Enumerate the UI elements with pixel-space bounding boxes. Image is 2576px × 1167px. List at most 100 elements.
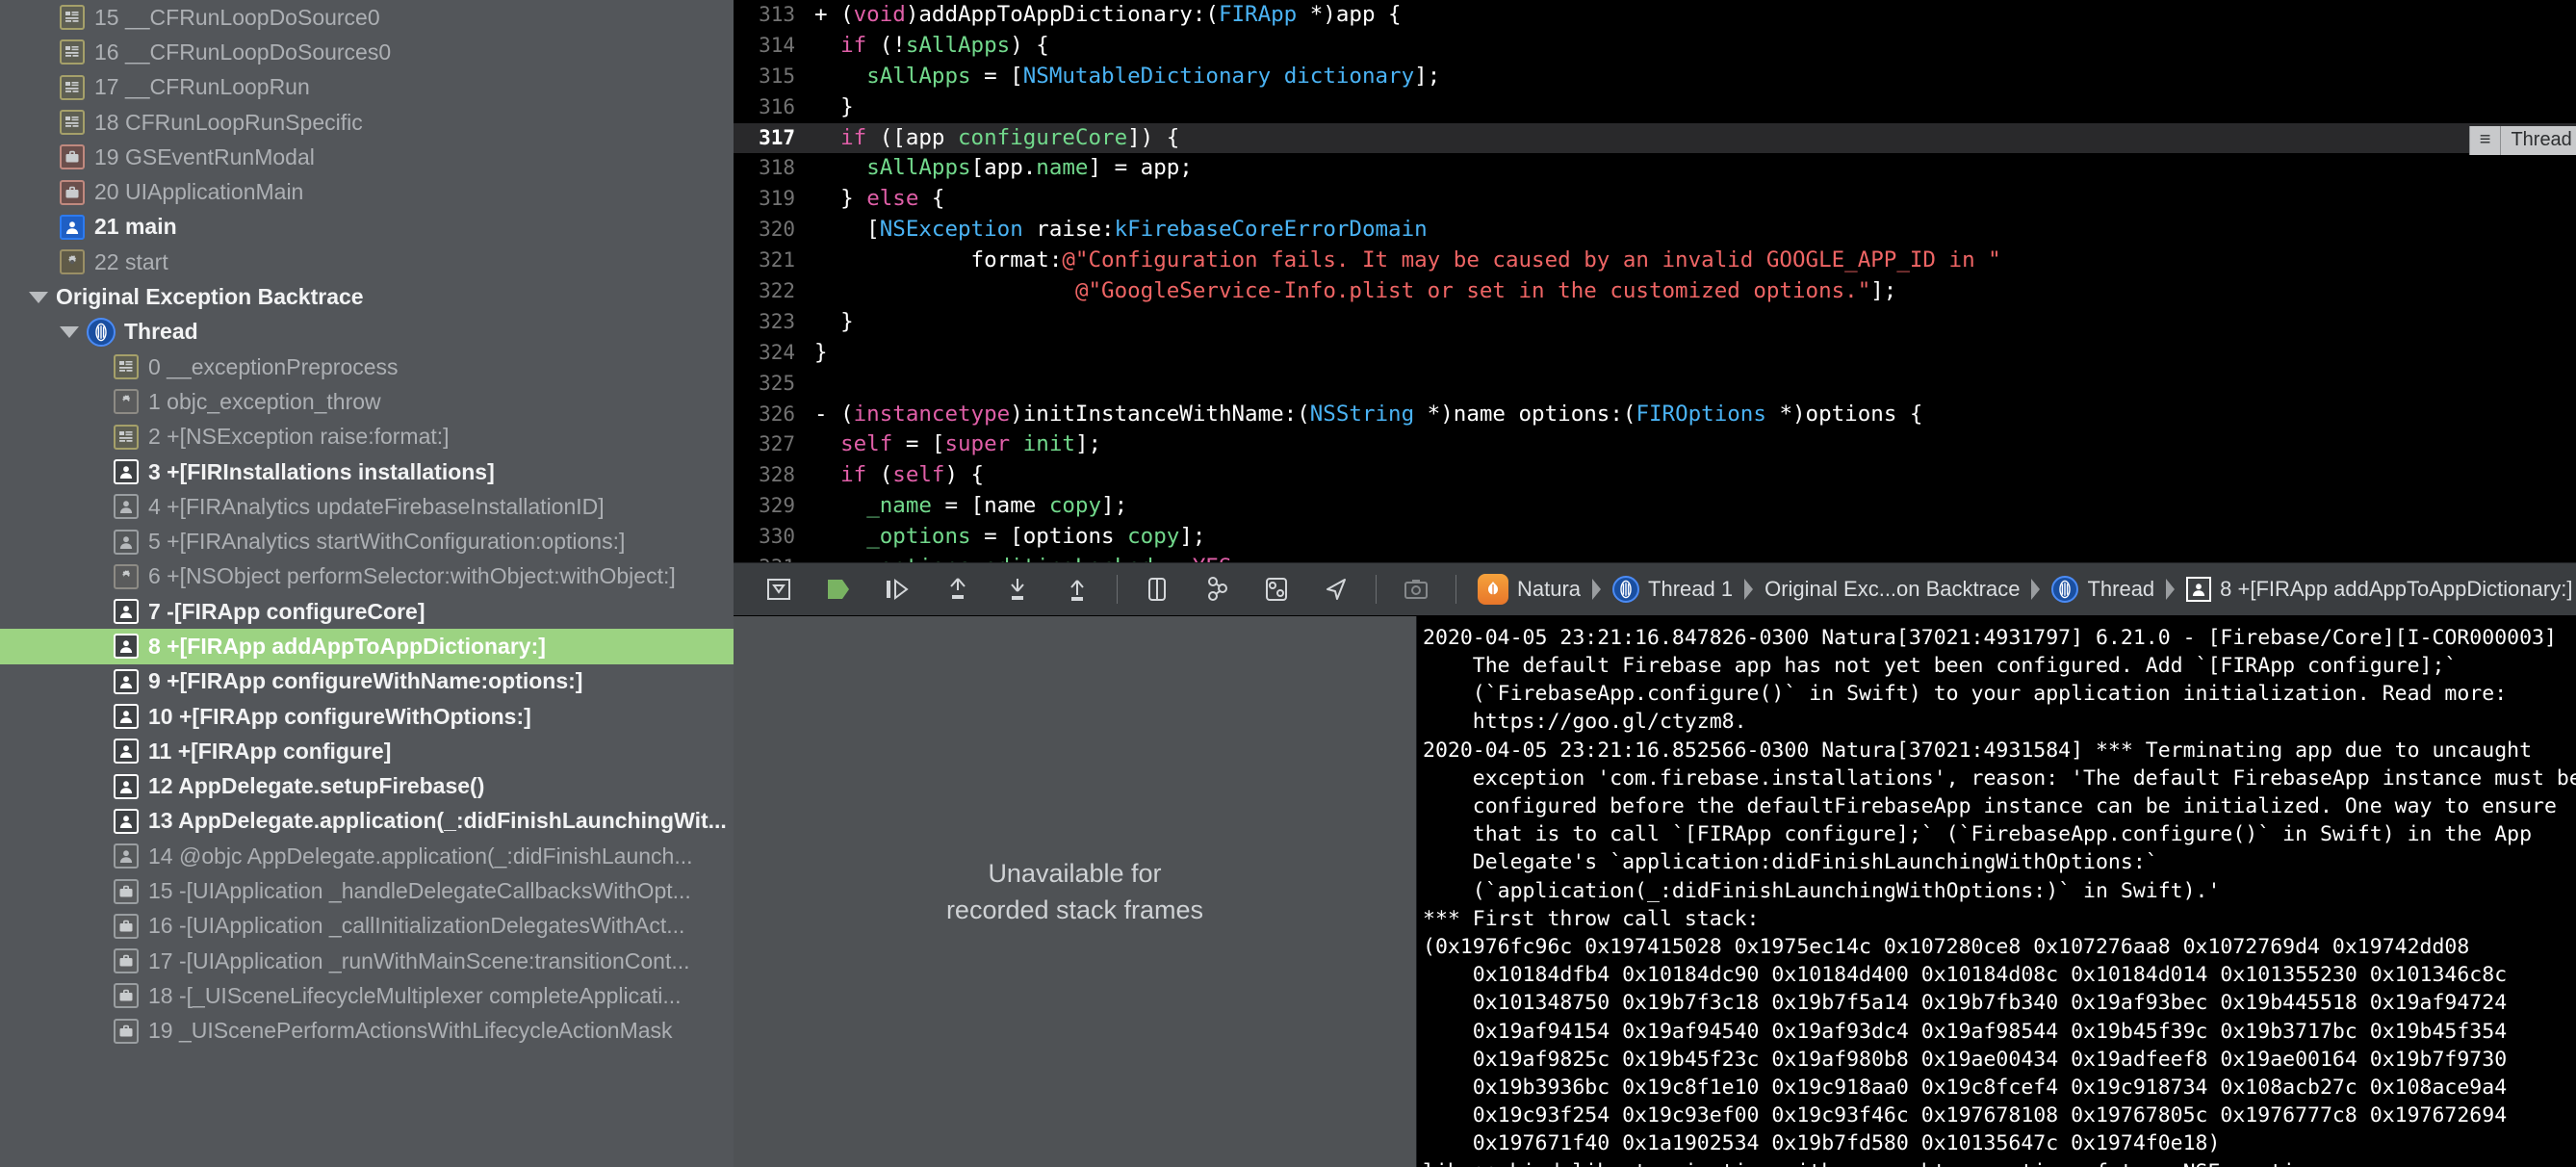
stack-frame-row[interactable]: 4 +[FIRAnalytics updateFirebaseInstallat… xyxy=(0,489,734,524)
line-number[interactable]: 314 xyxy=(734,31,814,62)
line-number[interactable]: 315 xyxy=(734,62,814,92)
code-line[interactable]: 318 sAllApps[app.name] = app; xyxy=(734,153,2576,184)
disclosure-triangle-icon[interactable] xyxy=(29,291,48,303)
debug-breadcrumb-bar[interactable]: Natura Thread 1 Original Exc...on Backtrac… xyxy=(1472,562,2576,616)
code-line[interactable]: 315 sAllApps = [NSMutableDictionary dict… xyxy=(734,62,2576,92)
stack-frame-row[interactable]: 17 -[UIApplication _runWithMainScene:tra… xyxy=(0,944,734,978)
main-thread-frame-row[interactable]: 21 main xyxy=(0,210,734,245)
line-number[interactable]: 329 xyxy=(734,491,814,522)
breadcrumb-item[interactable]: Original Exc...on Backtrace xyxy=(1759,577,2025,602)
memory-graph-button[interactable] xyxy=(1187,562,1247,616)
original-exception-backtrace-group[interactable]: Original Exception Backtrace xyxy=(0,279,734,314)
line-number[interactable]: 322 xyxy=(734,276,814,307)
disclosure-triangle-icon[interactable] xyxy=(60,325,79,338)
main-thread-frame-row[interactable]: 17 __CFRunLoopRun xyxy=(0,70,734,105)
line-number[interactable]: 321 xyxy=(734,246,814,276)
code-line[interactable]: 316 } xyxy=(734,92,2576,123)
code-line[interactable]: 314 if (!sAllApps) { xyxy=(734,31,2576,62)
debug-navigator[interactable]: 15 __CFRunLoopDoSource0 16 __CFRunLoopDoS… xyxy=(0,0,734,1167)
code-line[interactable]: 323 } xyxy=(734,307,2576,338)
step-over-button[interactable] xyxy=(868,562,928,616)
console-output[interactable]: 2020-04-05 23:21:16.847826-0300 Natura[3… xyxy=(1417,615,2576,1167)
environment-overrides-button[interactable] xyxy=(1247,562,1306,616)
stack-frame-row[interactable]: 11 +[FIRApp configure] xyxy=(0,734,734,768)
main-thread-frame-row[interactable]: 19 GSEventRunModal xyxy=(0,140,734,174)
step-out-return-button[interactable] xyxy=(1047,562,1107,616)
main-thread-frame-row[interactable]: 16 __CFRunLoopDoSources0 xyxy=(0,35,734,69)
source-code-editor[interactable]: 313 + (void)addAppToAppDictionary:(FIRApp… xyxy=(734,0,2576,562)
code-line[interactable]: 327 self = [super init]; xyxy=(734,429,2576,460)
breadcrumb-item[interactable]: 8 +[FIRApp addAppToAppDictionary:] xyxy=(2180,576,2576,602)
continue-program-icon xyxy=(828,579,849,599)
code-line[interactable]: 326- (instancetype)initInstanceWithName:… xyxy=(734,400,2576,430)
line-annotation-badge[interactable]: ≡ Thread xyxy=(2468,126,2576,155)
code-line[interactable]: 319 } else { xyxy=(734,184,2576,215)
code-line[interactable]: 325 xyxy=(734,369,2576,400)
continue-button[interactable] xyxy=(809,562,868,616)
line-number[interactable]: 331 xyxy=(734,553,814,562)
code-line[interactable]: 329 _name = [name copy]; xyxy=(734,491,2576,522)
stack-frame-row[interactable]: 5 +[FIRAnalytics startWithConfiguration:… xyxy=(0,524,734,558)
step-out-button[interactable] xyxy=(988,562,1047,616)
code-token: ] = app; xyxy=(1088,155,1193,181)
stack-frame-row[interactable]: 1 objc_exception_throw xyxy=(0,384,734,419)
line-number[interactable]: 328 xyxy=(734,460,814,491)
thread-row[interactable]: Thread xyxy=(0,315,734,350)
line-number[interactable]: 325 xyxy=(734,369,814,400)
line-number[interactable]: 323 xyxy=(734,307,814,338)
stack-frame-row[interactable]: 14 @objc AppDelegate.application(_:didFi… xyxy=(0,839,734,873)
stack-frame-row[interactable]: 2 +[NSException raise:format:] xyxy=(0,420,734,454)
code-line[interactable]: 317 if ([app configureCore]) { xyxy=(734,122,2576,154)
line-number[interactable]: 327 xyxy=(734,429,814,460)
main-thread-frame-row[interactable]: 22 start xyxy=(0,245,734,279)
code-line[interactable]: 324} xyxy=(734,338,2576,369)
variables-view[interactable]: Unavailable for recorded stack frames xyxy=(734,615,1417,1167)
main-thread-frame-row[interactable]: 20 UIApplicationMain xyxy=(0,174,734,209)
step-into-button[interactable] xyxy=(928,562,988,616)
jump-bar-menu-icon[interactable]: ≡ xyxy=(2468,126,2501,155)
view-debugging-button[interactable] xyxy=(1127,562,1187,616)
stack-frame-row[interactable]: 7 -[FIRApp configureCore] xyxy=(0,594,734,629)
code-line[interactable]: 330 _options = [options copy]; xyxy=(734,522,2576,553)
hide-debug-area-button[interactable] xyxy=(749,562,809,616)
breadcrumb-item[interactable]: Thread xyxy=(2046,575,2160,603)
line-number[interactable]: 319 xyxy=(734,184,814,215)
line-number[interactable]: 317 xyxy=(734,123,814,154)
line-number[interactable]: 324 xyxy=(734,338,814,369)
debug-toolbar[interactable]: Natura Thread 1 Original Exc...on Backtrac… xyxy=(734,561,2576,616)
stack-frame-row[interactable]: 15 -[UIApplication _handleDelegateCallba… xyxy=(0,873,734,908)
stack-frame-row[interactable]: 19 _UIScenePerformActionsWithLifecycleAc… xyxy=(0,1014,734,1049)
library-icon xyxy=(114,354,139,380)
code-line[interactable]: 320 [NSException raise:kFirebaseCoreErro… xyxy=(734,215,2576,246)
stack-frame-row[interactable]: 6 +[NSObject performSelector:withObject:… xyxy=(0,559,734,594)
stack-frame-row[interactable]: 16 -[UIApplication _callInitializationDe… xyxy=(0,909,734,944)
thread-badge-label[interactable]: Thread xyxy=(2500,126,2576,155)
line-number[interactable]: 316 xyxy=(734,92,814,123)
breadcrumb-item[interactable]: Natura xyxy=(1472,573,1586,605)
line-number[interactable]: 330 xyxy=(734,522,814,553)
code-line[interactable]: 322 @"GoogleService-Info.plist or set in… xyxy=(734,276,2576,307)
stack-frame-row[interactable]: 13 AppDelegate.application(_:didFinishLa… xyxy=(0,804,734,839)
main-thread-frame-row[interactable]: 18 CFRunLoopRunSpecific xyxy=(0,105,734,140)
stack-frame-row[interactable]: 9 +[FIRApp configureWithName:options:] xyxy=(0,664,734,699)
stack-frame-row[interactable]: 3 +[FIRInstallations installations] xyxy=(0,454,734,489)
stack-frame-row[interactable]: 18 -[_UISceneLifecycleMultiplexer comple… xyxy=(0,978,734,1013)
line-number[interactable]: 318 xyxy=(734,153,814,184)
main-thread-frame-row[interactable]: 15 __CFRunLoopDoSource0 xyxy=(0,0,734,35)
stack-frame-row[interactable]: 8 +[FIRApp addAppToAppDictionary:] xyxy=(0,629,734,664)
code-line[interactable]: 328 if (self) { xyxy=(734,460,2576,491)
code-line[interactable]: 321 format:@"Configuration fails. It may… xyxy=(734,246,2576,276)
line-number[interactable]: 320 xyxy=(734,215,814,246)
code-line[interactable]: 313 + (void)addAppToAppDictionary:(FIRApp… xyxy=(734,0,2576,31)
line-number[interactable]: 326 xyxy=(734,400,814,430)
stack-frame-row[interactable]: 10 +[FIRApp configureWithOptions:] xyxy=(0,699,734,734)
line-number[interactable]: 313 xyxy=(734,0,814,31)
stack-frame-row[interactable]: 0 __exceptionPreprocess xyxy=(0,350,734,384)
code-token: instancetype xyxy=(853,401,1011,427)
screenshot-button[interactable] xyxy=(1386,562,1446,616)
stack-frame-row[interactable]: 12 AppDelegate.setupFirebase() xyxy=(0,769,734,804)
simulate-location-button[interactable] xyxy=(1306,562,1366,616)
console-line: Delegate's `application:didFinishLaunchi… xyxy=(1423,850,2158,875)
breadcrumb-item[interactable]: Thread 1 xyxy=(1607,575,1739,603)
code-line[interactable]: 331 _options.editingLocked = YES; xyxy=(734,553,2576,562)
